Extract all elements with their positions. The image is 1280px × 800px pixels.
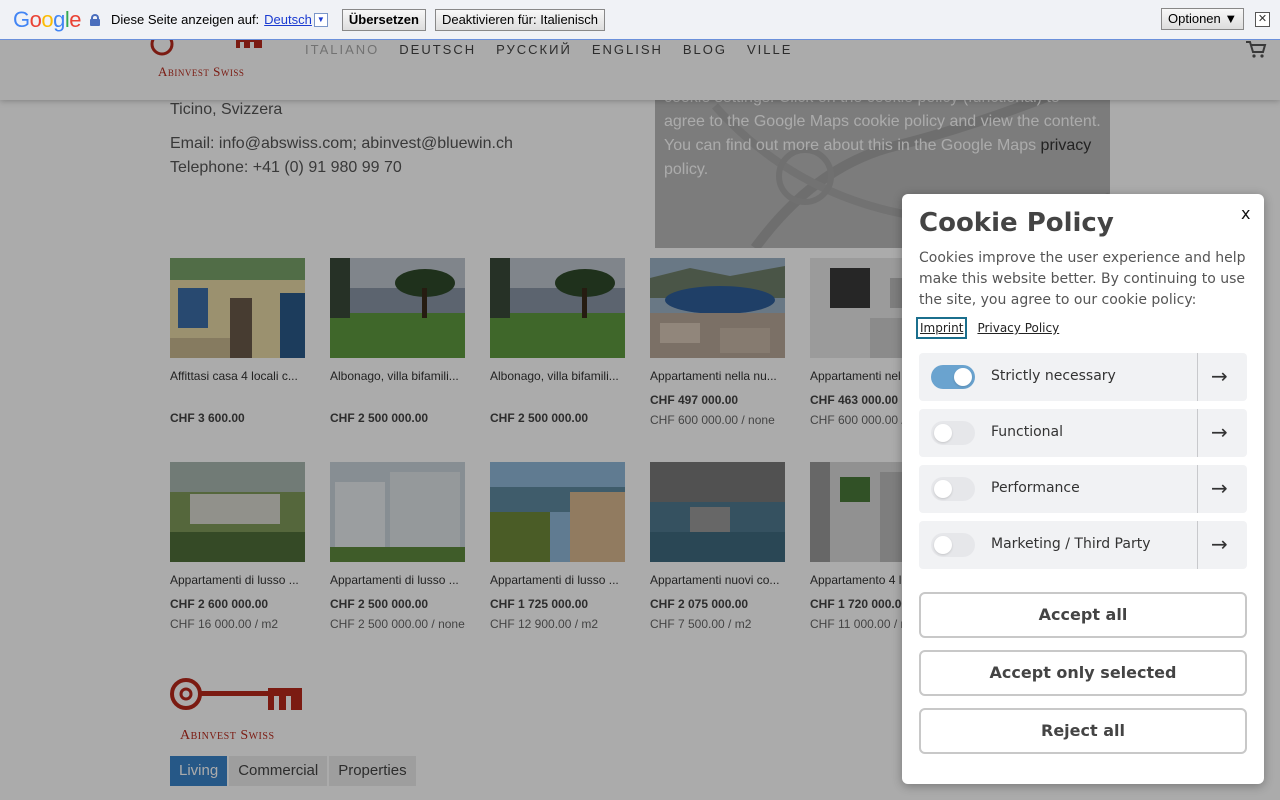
toggle-switch[interactable] (931, 365, 975, 389)
disable-translation-button[interactable]: Deaktivieren für: Italienisch (434, 8, 606, 31)
translate-button[interactable]: Übersetzen (341, 8, 426, 31)
toggle-switch[interactable] (931, 421, 975, 445)
policy-links: Imprint Privacy Policy (916, 317, 1059, 339)
toggle-knob (934, 480, 952, 498)
option-label: Marketing / Third Party (991, 536, 1151, 552)
accept-all-button[interactable]: Accept all (919, 592, 1247, 638)
cookie-policy-modal: x Cookie Policy Cookies improve the user… (902, 194, 1264, 784)
divider (1197, 521, 1198, 569)
toggle-knob (934, 536, 952, 554)
cookie-option-strictly-necessary[interactable]: Strictly necessary → (919, 353, 1247, 401)
modal-description: Cookies improve the user experience and … (919, 250, 1246, 308)
option-label: Strictly necessary (991, 368, 1116, 384)
options-button[interactable]: Optionen ▼ (1161, 8, 1245, 30)
translate-prompt: Diese Seite anzeigen auf: (111, 12, 260, 27)
google-logo: Google (13, 6, 82, 32)
imprint-link[interactable]: Imprint (916, 317, 968, 339)
close-translate-bar-icon[interactable]: ✕ (1255, 12, 1270, 27)
language-dropdown-icon[interactable]: ▼ (313, 12, 328, 27)
toggle-switch[interactable] (931, 533, 975, 557)
toggle-knob (934, 424, 952, 442)
toggle-knob (954, 368, 972, 386)
option-label: Performance (991, 480, 1080, 496)
option-label: Functional (991, 424, 1064, 440)
toggle-switch[interactable] (931, 477, 975, 501)
cookie-option-performance[interactable]: Performance → (919, 465, 1247, 513)
language-link[interactable]: Deutsch (264, 12, 312, 27)
lock-icon (90, 13, 101, 26)
cookie-option-functional[interactable]: Functional → (919, 409, 1247, 457)
cookie-option-marketing[interactable]: Marketing / Third Party → (919, 521, 1247, 569)
divider (1197, 409, 1198, 457)
translate-bar: Google Diese Seite anzeigen auf: Deutsch… (0, 0, 1280, 40)
reject-all-button[interactable]: Reject all (919, 708, 1247, 754)
arrow-right-icon[interactable]: → (1211, 476, 1228, 500)
arrow-right-icon[interactable]: → (1211, 364, 1228, 388)
privacy-policy-link[interactable]: Privacy Policy (977, 321, 1059, 335)
close-modal-button[interactable]: x (1241, 204, 1250, 223)
divider (1197, 353, 1198, 401)
modal-title: Cookie Policy (919, 208, 1114, 238)
divider (1197, 465, 1198, 513)
arrow-right-icon[interactable]: → (1211, 420, 1228, 444)
accept-selected-button[interactable]: Accept only selected (919, 650, 1247, 696)
arrow-right-icon[interactable]: → (1211, 532, 1228, 556)
